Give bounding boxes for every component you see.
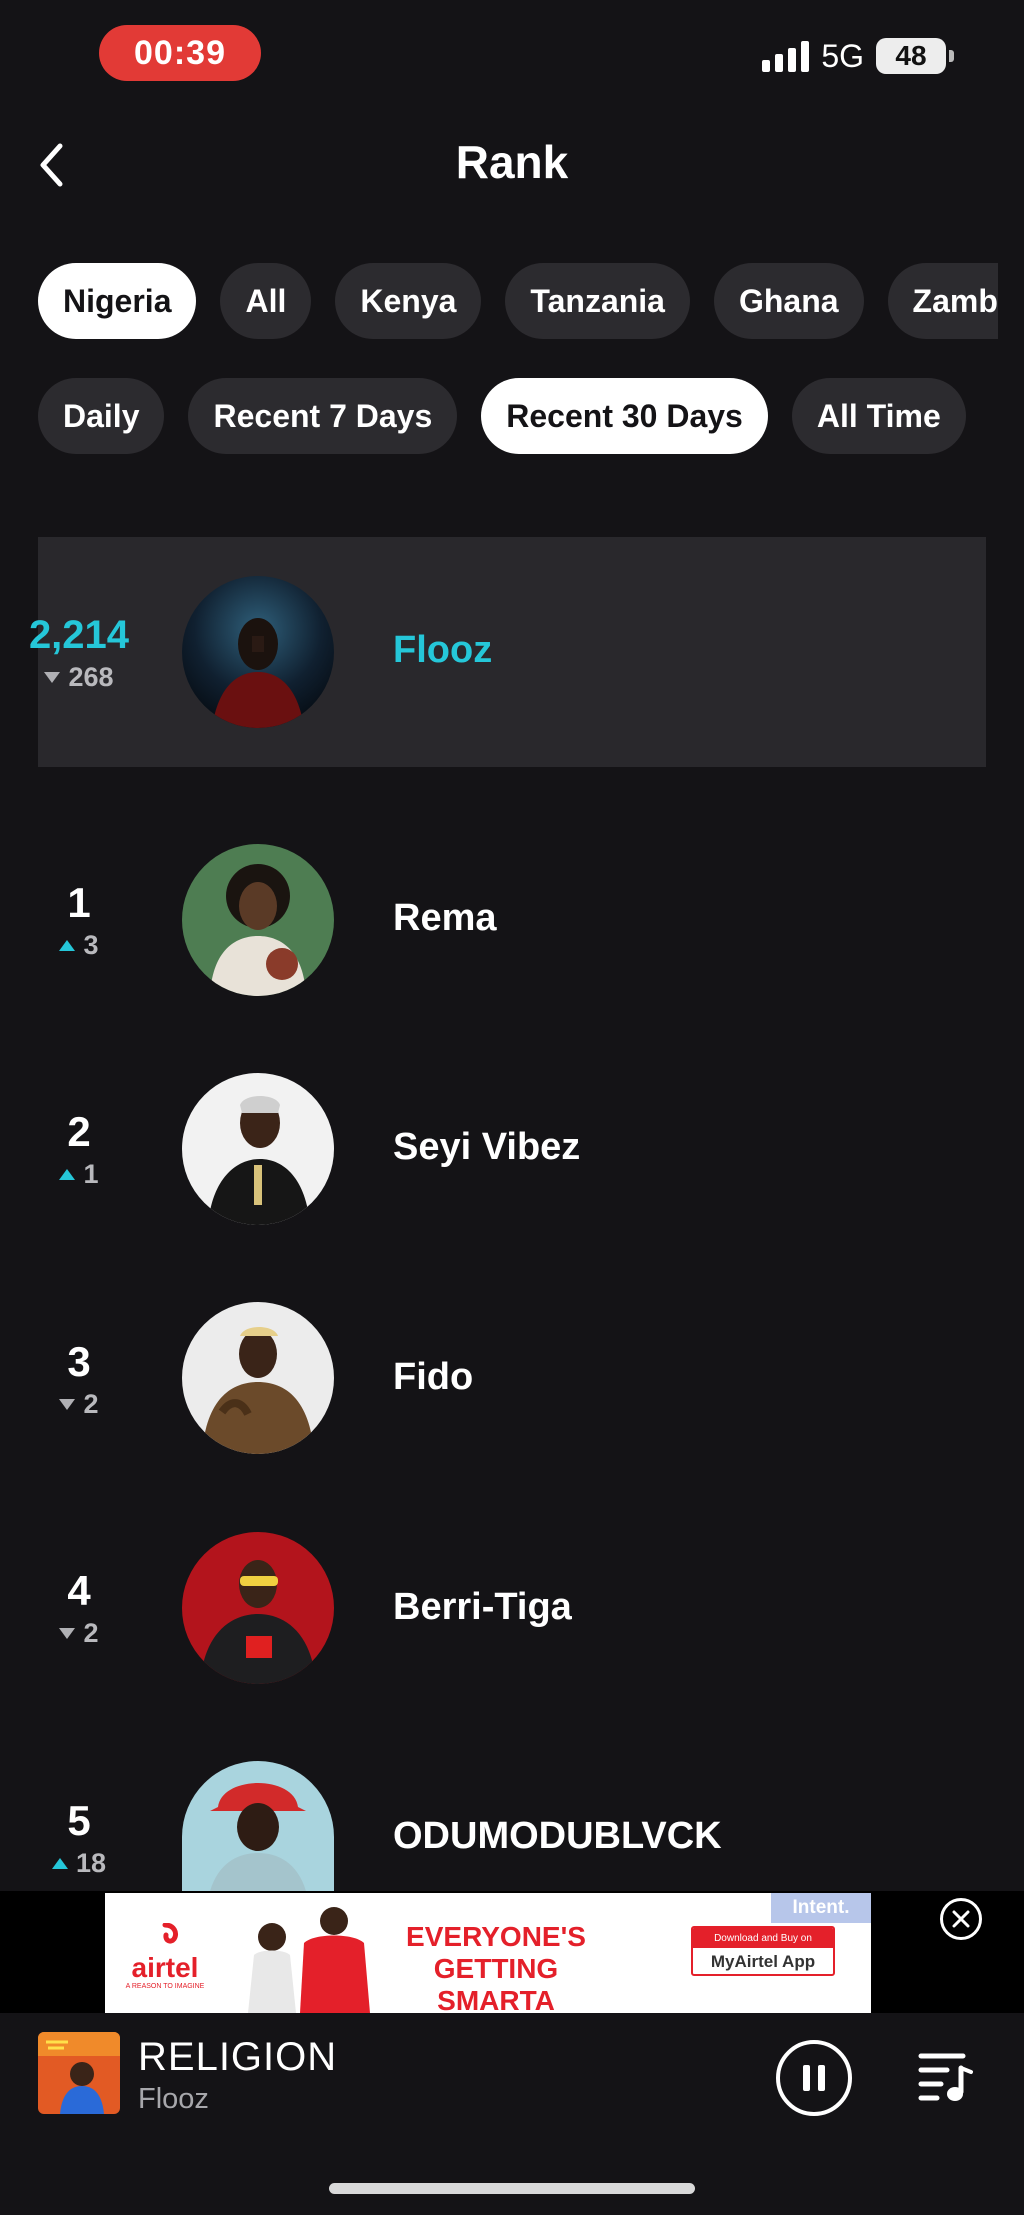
chip-region-all[interactable]: All	[220, 263, 312, 339]
queue-button[interactable]	[917, 2048, 975, 2104]
artist-name: Flooz	[393, 629, 493, 671]
rank-change: 1	[83, 1159, 99, 1189]
rank-number: 1	[67, 879, 91, 926]
period-filter: Daily Recent 7 Days Recent 30 Days All T…	[38, 378, 966, 454]
current-artist-row[interactable]	[38, 537, 986, 767]
ad-close-button[interactable]	[940, 1898, 982, 1940]
arrow-down-icon	[44, 672, 61, 683]
chip-period-30-days[interactable]: Recent 30 Days	[481, 378, 768, 454]
rank-number: 2,214	[28, 613, 130, 657]
region-filter: Nigeria All Kenya Tanzania Ghana Zamb	[38, 263, 998, 339]
arrow-down-icon	[59, 1628, 76, 1639]
rank-number: 2	[67, 1108, 91, 1155]
ad-tagline: A REASON TO IMAGINE	[125, 1983, 205, 1990]
ad-tag: Intent.	[771, 1893, 871, 1923]
battery-icon: 48	[876, 38, 954, 74]
arrow-up-icon	[59, 940, 76, 951]
page-title: Rank	[455, 136, 569, 188]
chip-region-tanzania[interactable]: Tanzania	[505, 263, 690, 339]
chip-period-7-days[interactable]: Recent 7 Days	[188, 378, 458, 454]
chip-period-daily[interactable]: Daily	[38, 378, 165, 454]
arrow-down-icon	[59, 1399, 76, 1410]
track-title: RELIGION	[138, 2035, 338, 2079]
ad-headline-1: EVERYONE'S	[406, 1921, 586, 1952]
ad-people-image	[248, 1907, 370, 2013]
avatar[interactable]	[182, 1761, 334, 1891]
rank-change: 2	[83, 1618, 99, 1648]
artist-name: Seyi Vibez	[393, 1126, 581, 1168]
ad-cta-app: MyAirtel App	[710, 1952, 816, 1971]
chip-region-kenya[interactable]: Kenya	[335, 263, 482, 339]
artist-name: Fido	[393, 1356, 474, 1398]
playlist-icon	[918, 2053, 973, 2101]
ad-banner[interactable]: Intent. airtel A REASON TO IMAGINE EVERY…	[105, 1893, 871, 2013]
chip-region-zambia[interactable]: Zamb	[887, 263, 998, 339]
rank-change: 2	[83, 1389, 99, 1419]
track-artist: Flooz	[138, 2083, 209, 2115]
chip-region-nigeria[interactable]: Nigeria	[38, 263, 197, 339]
status-time: 00:39	[99, 25, 261, 81]
ad-headline-2: GETTING SMARTA	[433, 1953, 559, 2013]
close-icon	[952, 1910, 970, 1928]
rank-4: 4 2	[24, 1568, 134, 1649]
network-type: 5G	[821, 37, 864, 74]
ad-brand: airtel	[131, 1952, 199, 1983]
rank-change: 18	[75, 1848, 107, 1878]
pause-button[interactable]	[776, 2040, 852, 2116]
airtel-logo: airtel A REASON TO IMAGINE	[125, 1922, 205, 1992]
ad-cta[interactable]: Download and Buy on MyAirtel App	[691, 1926, 835, 1976]
status-icons: 5G 48	[762, 37, 954, 74]
rank-5: 5 18	[24, 1798, 134, 1879]
rank-number: 3	[67, 1338, 91, 1385]
rank-1: 1 3	[24, 880, 134, 961]
rank-number: 5	[67, 1797, 91, 1844]
artist-name: ODUMODUBLVCK	[393, 1815, 722, 1857]
pause-icon	[803, 2065, 810, 2091]
airtel-swoosh-icon	[162, 1922, 179, 1944]
signal-icon	[762, 40, 810, 72]
home-indicator	[329, 2183, 695, 2194]
avatar[interactable]	[182, 844, 334, 996]
rank-3: 3 2	[24, 1339, 134, 1420]
ad-cta-small: Download and Buy on	[693, 1928, 833, 1948]
avatar[interactable]	[182, 576, 334, 728]
avatar[interactable]	[182, 1302, 334, 1454]
battery-level: 48	[895, 40, 927, 71]
album-cover[interactable]	[38, 2032, 120, 2114]
rank-change: 3	[83, 930, 99, 960]
chip-region-ghana[interactable]: Ghana	[713, 263, 864, 339]
arrow-up-icon	[51, 1858, 68, 1869]
chip-period-all-time[interactable]: All Time	[791, 378, 966, 454]
rank-2: 2 1	[24, 1109, 134, 1190]
rank-number: 4	[67, 1567, 91, 1614]
current-rank: 2,214 268	[24, 612, 134, 693]
artist-name: Berri-Tiga	[393, 1586, 572, 1628]
avatar[interactable]	[182, 1073, 334, 1225]
rank-change: 268	[68, 662, 114, 692]
artist-name: Rema	[393, 897, 497, 939]
avatar[interactable]	[182, 1532, 334, 1684]
arrow-up-icon	[59, 1169, 76, 1180]
